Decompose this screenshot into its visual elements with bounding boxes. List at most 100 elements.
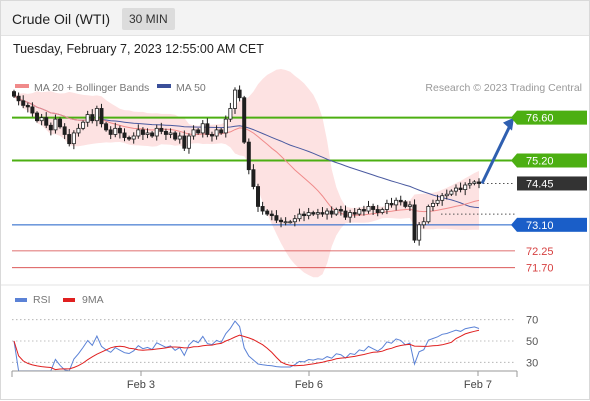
rsi-ma9-line <box>13 329 480 371</box>
candle-body <box>361 209 366 212</box>
candle-body <box>334 209 339 215</box>
candle-body <box>25 104 30 108</box>
candle-body <box>30 106 35 114</box>
candle-body <box>140 129 145 135</box>
candle-body <box>412 204 417 241</box>
candle-body <box>444 193 449 197</box>
candle-body <box>159 127 164 132</box>
level-tag-text: 76.60 <box>526 113 554 125</box>
candle-body <box>394 199 399 206</box>
candle-body <box>389 202 394 206</box>
candle-body <box>219 129 224 134</box>
level-tag-text: 74.45 <box>526 178 554 190</box>
rsi-level-label: 50 <box>526 336 538 348</box>
candle-body <box>44 117 49 126</box>
candle-body <box>417 224 422 241</box>
level-tag-pointer <box>511 217 517 232</box>
candle-body <box>154 127 159 137</box>
ma50-legend-label: MA 50 <box>176 82 206 94</box>
candle-body <box>320 212 325 215</box>
ma9-legend-swatch <box>63 298 75 302</box>
candle-body <box>67 134 72 145</box>
candle-body <box>94 108 99 122</box>
rsi-panel: 70 50 30 <box>12 315 538 372</box>
rsi-line <box>13 320 480 372</box>
candle-body <box>251 169 256 187</box>
level-tag-text: 71.70 <box>526 263 554 275</box>
candle-body <box>145 132 150 135</box>
candle-body <box>352 212 357 215</box>
candle-body <box>104 123 109 131</box>
price-chart: MA 20 + Bollinger Bands MA 50 Research ©… <box>1 69 590 391</box>
candle-body <box>283 221 288 224</box>
candle-body <box>242 97 247 143</box>
chart-widget: Crude Oil (WTI) 30 MIN Tuesday, February… <box>0 0 590 400</box>
candle-body <box>256 186 261 207</box>
credit-label: Research © 2023 Trading Central <box>425 82 582 94</box>
candle-body <box>435 199 440 204</box>
candle-body <box>311 212 316 215</box>
candle-body <box>48 124 53 131</box>
candle-body <box>214 129 219 137</box>
candle-body <box>196 129 201 134</box>
candle-body <box>237 89 242 99</box>
candle-body <box>357 209 362 215</box>
candle-body <box>168 132 173 135</box>
candle-body <box>265 210 270 215</box>
candle-body <box>343 210 348 218</box>
candle-body <box>62 126 67 135</box>
candle-body <box>127 137 132 140</box>
candle-body <box>398 199 403 203</box>
candle-body <box>186 135 191 149</box>
candle-body <box>21 100 26 106</box>
candle-body <box>292 218 297 223</box>
candle-body <box>85 114 90 123</box>
candle-body <box>76 127 81 134</box>
candle-body <box>375 209 380 213</box>
candle-body <box>113 127 118 135</box>
level-tag-text: 73.10 <box>526 220 554 232</box>
ma50-legend-swatch <box>157 84 171 88</box>
candle-body <box>191 129 196 137</box>
candle-body <box>90 114 95 122</box>
candle-body <box>407 204 412 207</box>
rsi-legend-label: RSI <box>33 294 51 306</box>
candle-body <box>467 183 472 186</box>
candle-body <box>380 209 385 213</box>
candle-body <box>315 212 320 215</box>
candle-body <box>260 206 265 212</box>
candle-body <box>71 132 76 145</box>
candle-body <box>371 206 376 210</box>
candle-body <box>430 202 435 207</box>
candle-body <box>182 135 187 149</box>
candle-body <box>99 108 104 125</box>
candle-body <box>16 95 21 102</box>
candle-body <box>403 201 408 207</box>
candle-body <box>297 213 302 220</box>
candle-body <box>232 89 237 109</box>
x-tick-label: Feb 6 <box>295 379 323 391</box>
level-tag-text: 75.20 <box>526 156 554 168</box>
candle-body <box>200 123 205 134</box>
x-ticks: Feb 3 Feb 6 Feb 7 <box>127 371 492 391</box>
candle-body <box>269 213 274 217</box>
candle-body <box>302 213 307 217</box>
candle-body <box>150 132 155 137</box>
candle-body <box>453 187 458 192</box>
candle-body <box>440 195 445 201</box>
candle-body <box>35 112 40 122</box>
candle-body <box>223 118 228 134</box>
candle-body <box>12 91 16 97</box>
candle-body <box>421 221 426 226</box>
candle-body <box>472 181 477 184</box>
candle-body <box>58 118 63 128</box>
candle-body <box>108 129 113 135</box>
candle-body <box>426 206 431 223</box>
rsi-level-label: 70 <box>526 315 538 327</box>
candle-body <box>209 134 214 137</box>
level-labels: 76.60 75.20 74.45 73.10 72.25 71.70 <box>511 110 587 275</box>
bollinger-band-area <box>14 69 479 278</box>
candle-body <box>246 141 251 171</box>
rsi-level-label: 30 <box>526 357 538 369</box>
level-tag-text: 72.25 <box>526 246 554 258</box>
